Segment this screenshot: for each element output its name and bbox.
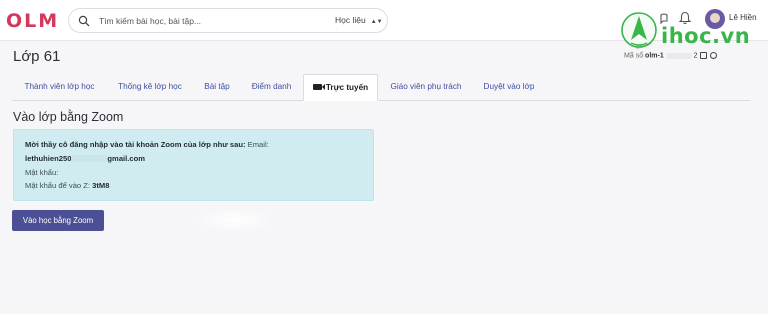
- zoom-intro: Mời thầy cô đăng nhập vào tài khoản Zoom…: [25, 140, 246, 149]
- search-input[interactable]: [99, 13, 319, 29]
- category-select-value: Học liệu: [335, 15, 366, 25]
- tab-class-members[interactable]: Thành viên lớp học: [12, 74, 107, 101]
- meeting-password-line: Mật khẩu để vào Z: 3tM8: [25, 179, 362, 193]
- camera-icon: [312, 83, 325, 90]
- search-icon: [78, 15, 90, 27]
- email-line: lethuhien250 gmail.com: [25, 152, 362, 166]
- tab-teachers[interactable]: Giáo viên phụ trách: [384, 74, 468, 101]
- zoom-info-box: Mời thầy cô đăng nhập vào tài khoản Zoom…: [13, 129, 374, 201]
- password-label: Mật khẩu:: [25, 167, 59, 177]
- email-label: Email:: [247, 140, 269, 149]
- tab-assignments[interactable]: Bài tập: [197, 74, 237, 101]
- redacted-code: [665, 52, 692, 59]
- tab-online-label: Trực tuyến: [325, 83, 369, 92]
- select-arrows-icon: ▲▼: [370, 19, 383, 25]
- watermark-text: ihoc.vn: [661, 24, 751, 48]
- tab-class-stats[interactable]: Thống kê lớp học: [110, 74, 190, 101]
- class-code-partial: số: [635, 52, 644, 60]
- zoom-section-title: Vào lớp bằng Zoom: [13, 110, 124, 124]
- email-start: lethuhien250: [25, 153, 72, 163]
- class-tabs: Thành viên lớp học Thống kê lớp học Bài …: [12, 74, 750, 101]
- class-code-value: olm-1: [645, 52, 664, 60]
- email-end: gmail.com: [107, 153, 145, 163]
- redacted-area: [196, 208, 272, 232]
- join-zoom-button[interactable]: Vào học bằng Zoom: [12, 210, 104, 231]
- category-select[interactable]: Học liệu ▲▼: [335, 15, 383, 25]
- class-code-label: Mã: [624, 52, 634, 60]
- copy-icon[interactable]: [700, 52, 708, 59]
- class-code: Mã số olm-1 2: [624, 52, 718, 60]
- tab-online[interactable]: Trực tuyến: [303, 74, 378, 101]
- search-bar[interactable]: Học liệu ▲▼: [68, 8, 388, 33]
- meeting-password-label: Mật khẩu để vào Z:: [25, 181, 91, 191]
- page-title: Lớp 61: [13, 48, 61, 65]
- redacted-email: [71, 155, 108, 163]
- class-code-suffix: 2: [693, 52, 698, 60]
- zoom-intro-line: Mời thầy cô đăng nhập vào tài khoản Zoom…: [25, 138, 362, 152]
- tab-approve-join[interactable]: Duyệt vào lớp: [478, 74, 540, 101]
- tab-attendance[interactable]: Điểm danh: [245, 74, 298, 101]
- olm-logo[interactable]: OLM: [6, 10, 59, 32]
- password-line: Mật khẩu:: [25, 166, 362, 180]
- meeting-password-value: 3tM8: [92, 181, 110, 191]
- help-icon[interactable]: [710, 52, 718, 59]
